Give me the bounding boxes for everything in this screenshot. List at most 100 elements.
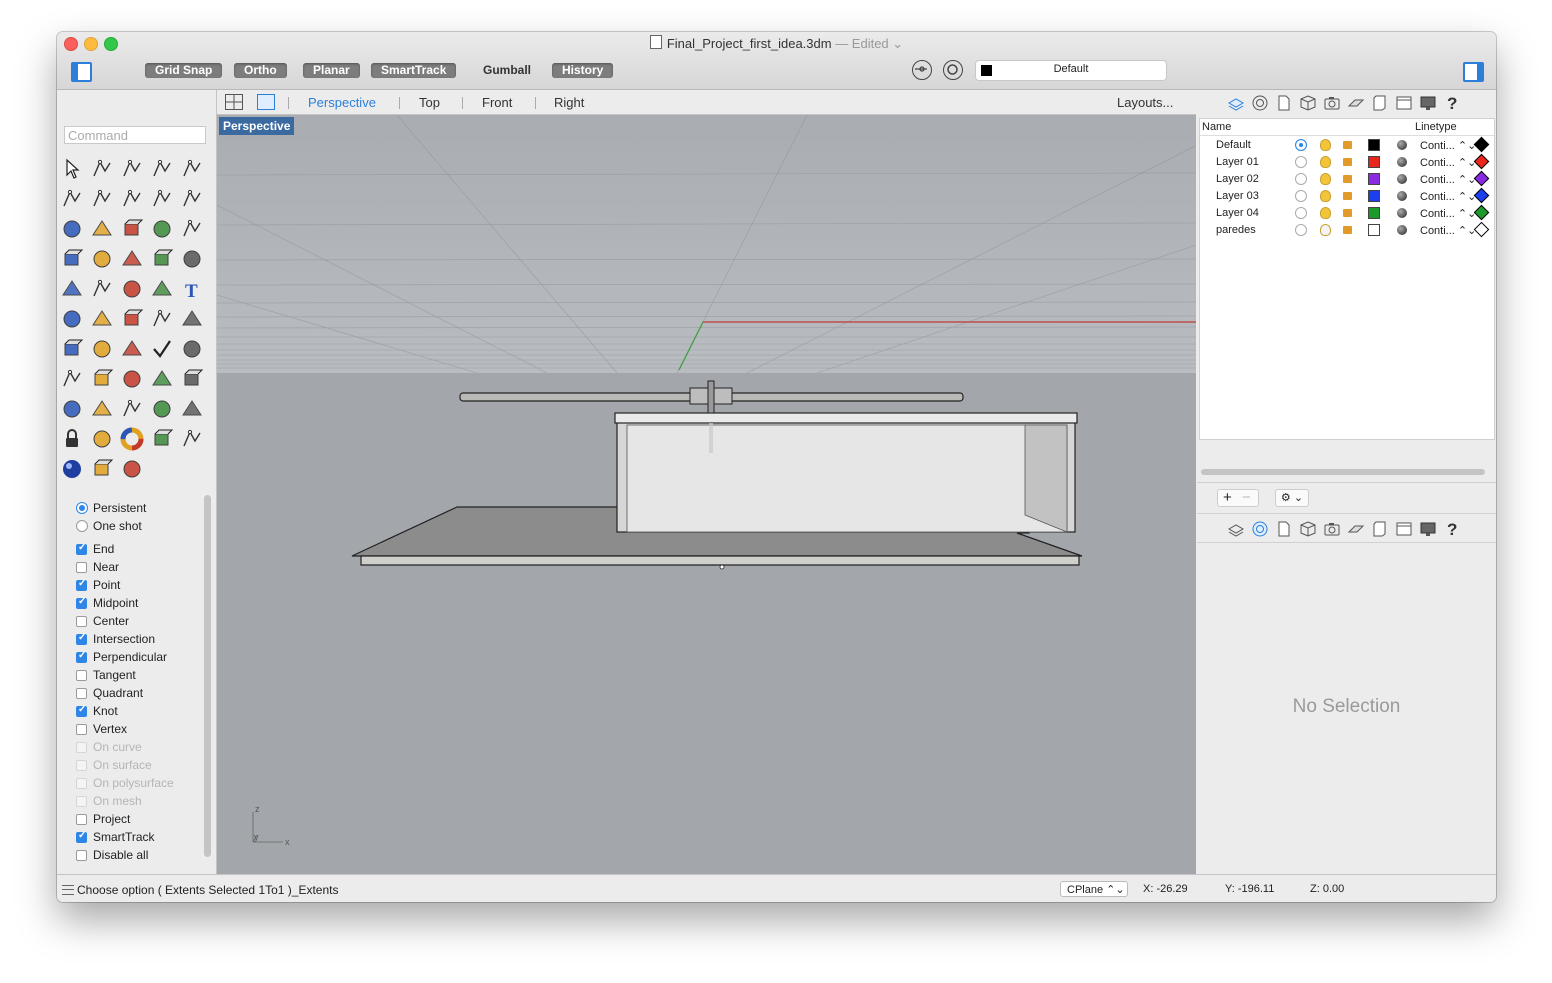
notes-tab-icon[interactable] [1371,94,1389,112]
add-layer-button[interactable]: + [1223,489,1232,506]
grid-icon[interactable] [60,337,84,361]
block-icon[interactable] [150,307,174,331]
visibility-bulb-icon[interactable] [1320,224,1331,236]
current-layer-radio[interactable] [1295,190,1307,202]
explode-icon[interactable] [120,247,144,271]
box-solid-icon[interactable] [120,217,144,241]
surface-edit-icon[interactable] [60,247,84,271]
document-tab-icon[interactable] [1275,94,1293,112]
car-render-icon[interactable] [90,397,114,421]
select-arrow-icon[interactable] [60,157,84,181]
tab-perspective[interactable]: Perspective [308,95,376,110]
materials-tab-icon[interactable] [1347,94,1365,112]
layer-color-swatch[interactable] [1368,173,1380,185]
layers-tab-icon[interactable] [1227,94,1245,112]
viewport-title-label[interactable]: Perspective [219,117,295,135]
arc-icon[interactable] [90,187,114,211]
fillet-icon[interactable] [180,187,204,211]
cplane-dropdown[interactable]: CPlane ⌃⌄ [1060,881,1128,897]
layer-name[interactable]: paredes [1216,224,1256,236]
visibility-bulb-icon[interactable] [1320,139,1331,151]
lock-icon[interactable] [1343,192,1352,200]
document-tab-icon[interactable] [1275,520,1293,538]
current-layer-radio[interactable] [1295,173,1307,185]
ellipse-icon[interactable] [60,187,84,211]
lock-icon[interactable] [1343,158,1352,166]
point-icon[interactable] [90,157,114,181]
polyline-icon[interactable] [120,157,144,181]
current-layer-dropdown[interactable]: Default [975,60,1167,81]
linetype-dropdown[interactable]: Conti... ⌃⌄ [1420,224,1476,237]
layers-hscrollbar[interactable] [1201,469,1485,475]
layout-icon[interactable] [120,457,144,481]
current-layer-radio[interactable] [1295,207,1307,219]
command-history-icon[interactable] [62,885,74,895]
col-linetype-header[interactable]: Linetype [1415,121,1457,133]
history-button[interactable]: History [552,63,614,78]
rotate-icon[interactable] [120,277,144,301]
osnap-target-icon[interactable] [912,60,932,80]
zoom-icon[interactable] [90,367,114,391]
lock-icon[interactable] [1343,209,1352,217]
layer-row[interactable]: Layer 02 Conti... ⌃⌄ [1200,170,1494,188]
material-sphere-icon[interactable] [1397,191,1407,201]
layer-color-swatch[interactable] [1368,224,1380,236]
help-tab-icon[interactable]: ? [1443,520,1461,539]
sphere-display-icon[interactable] [150,427,174,451]
material-sphere-icon[interactable] [1397,174,1407,184]
named-views-tab-icon[interactable] [1323,520,1341,538]
plane-icon[interactable] [180,307,204,331]
command-input[interactable]: Command [64,126,206,144]
lock-icon[interactable] [1343,141,1352,149]
layer-name[interactable]: Layer 04 [1216,207,1259,219]
tab-front[interactable]: Front [482,95,512,110]
single-view-layout-icon[interactable] [257,94,275,110]
offset-icon[interactable] [180,247,204,271]
linetype-dropdown[interactable]: Conti... ⌃⌄ [1420,190,1476,203]
polygon-icon[interactable] [150,187,174,211]
material-sphere-icon[interactable] [1397,208,1407,218]
layer-color-swatch[interactable] [1368,207,1380,219]
lock-icon[interactable] [1343,175,1352,183]
group-icon[interactable] [90,277,114,301]
surface-icon[interactable] [60,217,84,241]
col-name-header[interactable]: Name [1202,121,1231,133]
layer-name[interactable]: Layer 03 [1216,190,1259,202]
rectangle-icon[interactable] [120,187,144,211]
linetype-dropdown[interactable]: Conti... ⌃⌄ [1420,173,1476,186]
zoom-window-icon[interactable] [120,367,144,391]
layer-name[interactable]: Default [1216,139,1251,151]
layer-row[interactable]: paredes Conti... ⌃⌄ [1200,221,1494,239]
material-sphere-icon[interactable] [1397,157,1407,167]
linetype-dropdown[interactable]: Conti... ⌃⌄ [1420,139,1476,152]
notes-tab-icon[interactable] [1371,520,1389,538]
extrude-icon[interactable] [90,217,114,241]
layer-color-swatch[interactable] [1368,156,1380,168]
named-views-tab-icon[interactable] [1323,94,1341,112]
four-view-layout-icon[interactable] [225,94,243,110]
layer-color-swatch[interactable] [1368,139,1380,151]
perspective-viewport[interactable]: z y x Perspective [217,115,1196,874]
grid-snap-button[interactable]: Grid Snap [145,63,223,78]
dimension-icon[interactable] [120,307,144,331]
visibility-bulb-icon[interactable] [1320,173,1331,185]
gumball-button[interactable]: Gumball [483,63,531,78]
named-view-icon[interactable] [60,397,84,421]
analyze-icon[interactable] [180,337,204,361]
lock-icon[interactable] [1343,226,1352,234]
globe-wire-icon[interactable] [180,427,204,451]
circle-icon[interactable] [180,157,204,181]
properties-tab-icon[interactable] [1251,520,1269,538]
lock-icon[interactable] [60,427,84,451]
transform-puzzle-icon[interactable] [90,247,114,271]
cone-icon[interactable] [90,457,114,481]
visibility-bulb-icon[interactable] [1320,156,1331,168]
light-icon[interactable] [180,397,204,421]
current-layer-radio[interactable] [1295,156,1307,168]
current-layer-radio[interactable] [1295,224,1307,236]
sphere-icon[interactable] [150,217,174,241]
layer-color-swatch[interactable] [1368,190,1380,202]
layer-name[interactable]: Layer 02 [1216,173,1259,185]
help-tab-icon[interactable]: ? [1443,94,1461,113]
materials-tab-icon[interactable] [1347,520,1365,538]
